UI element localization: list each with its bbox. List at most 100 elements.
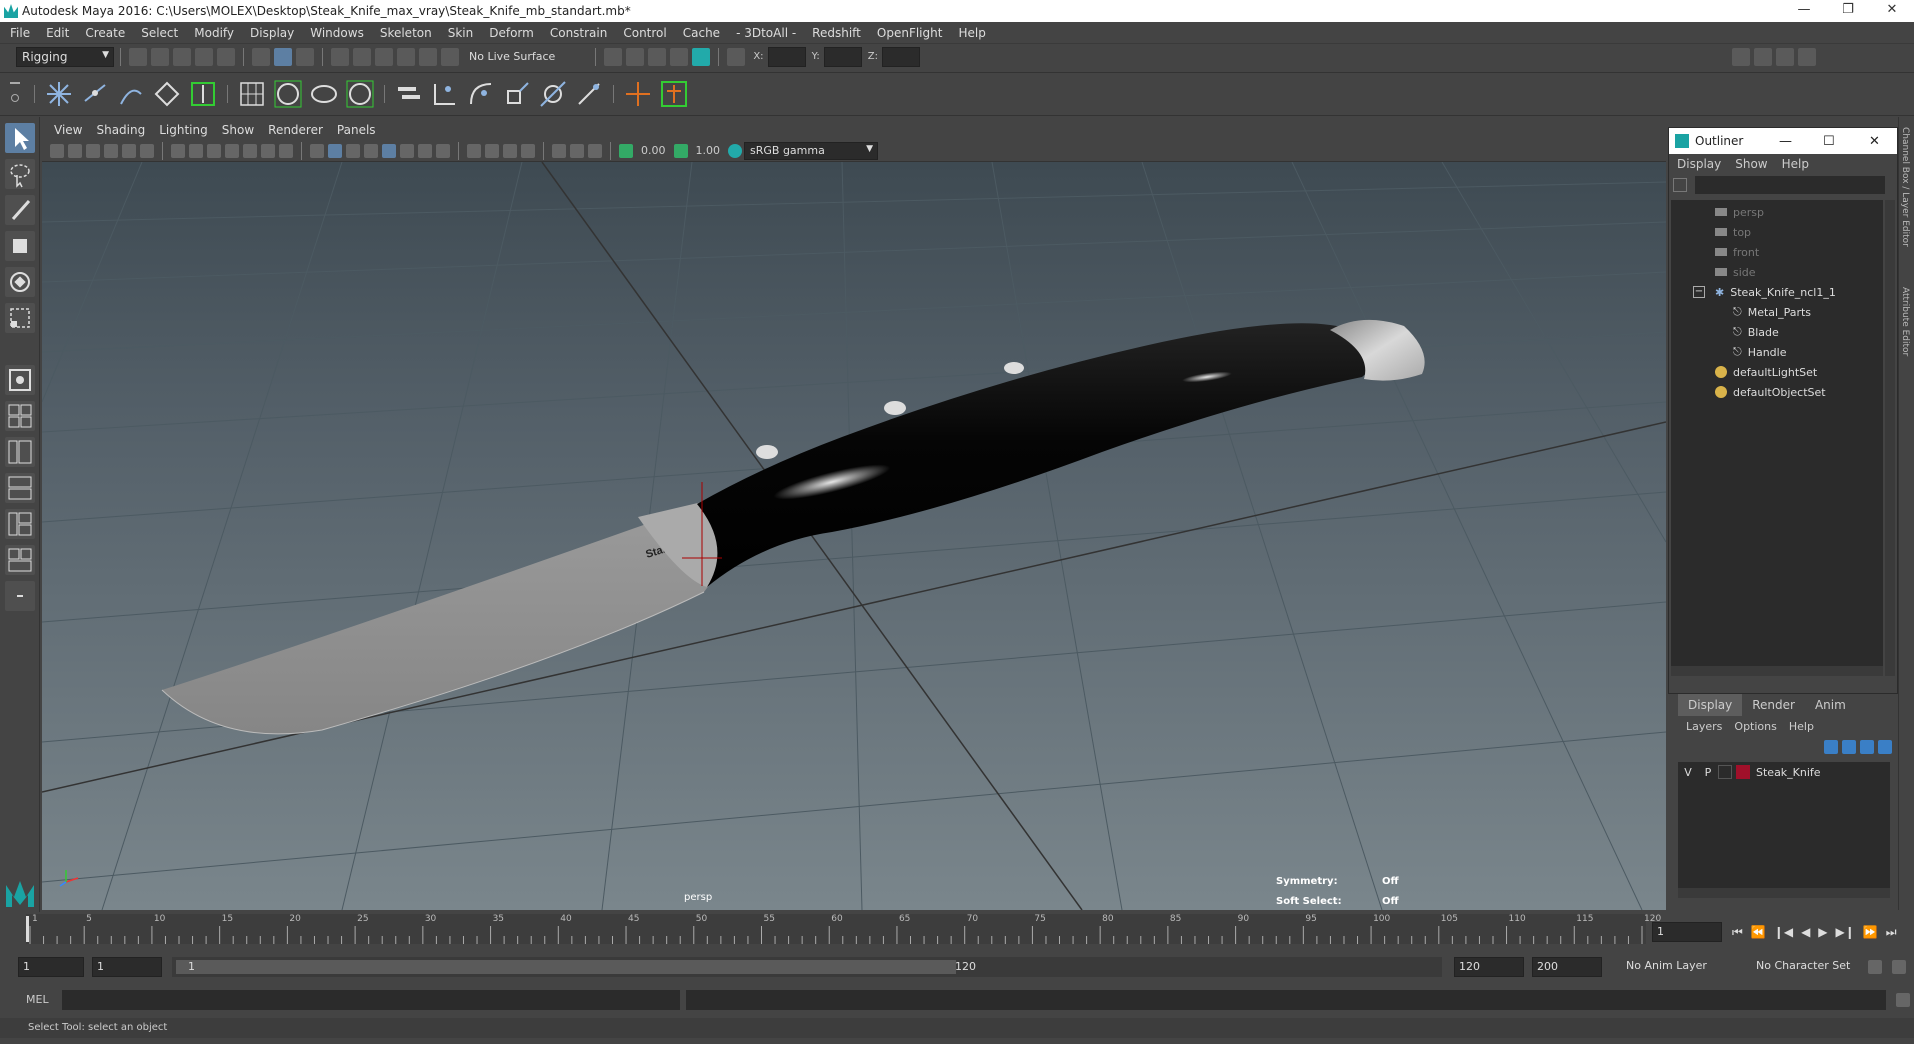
undo-icon[interactable] [195, 47, 213, 66]
snap-point-icon[interactable] [375, 47, 393, 66]
menu-skeleton[interactable]: Skeleton [380, 26, 432, 40]
mirror-joint-icon[interactable] [152, 79, 182, 109]
safe-title-icon[interactable] [279, 143, 293, 158]
outliner-menu-help[interactable]: Help [1782, 157, 1809, 171]
wireframe-icon[interactable] [310, 143, 324, 158]
close-icon[interactable]: ✕ [1869, 134, 1880, 149]
mode-dropdown[interactable]: Rigging ▼ [16, 46, 114, 67]
step-forward-frame-icon[interactable]: ▶❙ [1836, 925, 1855, 939]
render-settings-icon[interactable] [604, 47, 623, 66]
persp-graph-layout-icon[interactable] [5, 473, 35, 503]
orient-constraint-icon[interactable] [466, 79, 496, 109]
layer-display-type[interactable] [1718, 765, 1732, 779]
gamma-field[interactable]: 1.00 [696, 144, 721, 157]
four-view-layout-icon[interactable] [5, 401, 35, 431]
playback-end-field[interactable]: 120 [1454, 957, 1524, 977]
layer-playback-toggle[interactable]: P [1698, 766, 1718, 779]
range-start-field[interactable]: 1 [18, 957, 84, 977]
menu-cache[interactable]: Cache [683, 26, 720, 40]
tool-settings-icon[interactable] [1775, 47, 1794, 66]
use-all-lights-icon[interactable] [400, 143, 414, 158]
viewport-menu-lighting[interactable]: Lighting [159, 123, 208, 137]
select-object-icon[interactable] [274, 47, 292, 66]
animation-preferences-icon[interactable] [1892, 960, 1906, 974]
attribute-editor-icon[interactable] [1753, 47, 1772, 66]
screen-space-ao-icon[interactable] [436, 143, 450, 158]
minimize-icon[interactable]: — [1779, 134, 1792, 149]
two-d-pan-icon[interactable] [140, 143, 154, 158]
channel-box-icon[interactable] [1797, 47, 1816, 66]
layer-color-swatch[interactable] [1736, 765, 1750, 779]
camera-attributes-icon[interactable] [68, 143, 82, 158]
close-icon[interactable]: ✕ [1872, 0, 1912, 22]
ik-spline-icon[interactable] [116, 79, 146, 109]
single-view-layout-icon[interactable] [5, 365, 35, 395]
range-end-field[interactable]: 200 [1532, 957, 1602, 977]
tree-item-default-object-set[interactable]: defaultObjectSet [1671, 382, 1883, 402]
viewport-menu-shading[interactable]: Shading [96, 123, 145, 137]
collapse-icon[interactable]: − [1693, 286, 1705, 298]
open-scene-icon[interactable] [151, 47, 169, 66]
snap-surface-icon[interactable] [419, 47, 437, 66]
grid-toggle-icon[interactable] [171, 143, 185, 158]
hypershade-layout-icon[interactable] [5, 509, 35, 539]
menu-help[interactable]: Help [958, 26, 985, 40]
menu-edit[interactable]: Edit [46, 26, 69, 40]
move-tool-icon[interactable] [5, 231, 35, 261]
xray-icon[interactable] [552, 143, 566, 158]
viewport-menu-show[interactable]: Show [222, 123, 254, 137]
tree-item-handle[interactable]: ⎋ Handle [1671, 342, 1883, 362]
go-to-end-icon[interactable]: ⏭ [1886, 925, 1897, 940]
paint-select-icon[interactable] [5, 195, 35, 225]
tab-channel-box[interactable]: Channel Box / Layer Editor [1900, 127, 1910, 247]
layer-menu-help[interactable]: Help [1789, 720, 1814, 733]
exposure-icon[interactable] [619, 143, 633, 158]
viewport-menu-panels[interactable]: Panels [337, 123, 376, 137]
z-field[interactable] [881, 46, 920, 67]
tree-item-top[interactable]: top [1671, 222, 1883, 242]
new-empty-layer-icon[interactable] [1860, 740, 1874, 754]
select-tool-icon[interactable] [5, 123, 35, 153]
move-layer-up-icon[interactable] [1824, 740, 1838, 754]
grease-pencil-icon[interactable] [122, 143, 136, 158]
move-layer-down-icon[interactable] [1842, 740, 1856, 754]
tab-attribute-editor[interactable]: Attribute Editor [1900, 287, 1910, 356]
range-slider-track[interactable]: 1 120 [172, 957, 1442, 977]
render-frame-icon[interactable] [626, 47, 645, 66]
resolution-gate-icon[interactable] [207, 143, 221, 158]
tab-display[interactable]: Display [1678, 694, 1743, 716]
smooth-shade-icon[interactable] [328, 143, 342, 158]
outliner-menu-display[interactable]: Display [1677, 157, 1721, 171]
ipr-render-icon[interactable] [648, 47, 667, 66]
shadows-icon[interactable] [418, 143, 432, 158]
step-back-key-icon[interactable]: ⏪ [1751, 925, 1766, 939]
xray-joints-icon[interactable] [588, 143, 602, 158]
lasso-tool-icon[interactable] [5, 159, 35, 189]
persp-outliner-layout-icon[interactable] [5, 437, 35, 467]
snap-curve-icon[interactable] [353, 47, 371, 66]
ik-handle-icon[interactable] [80, 79, 110, 109]
maximize-icon[interactable]: ☐ [1823, 134, 1835, 149]
minimize-icon[interactable]: — [1784, 0, 1824, 22]
menu-3dtoall[interactable]: - 3DtoAll - [736, 26, 796, 40]
default-material-icon[interactable] [346, 143, 360, 158]
film-gate-icon[interactable] [189, 143, 203, 158]
gamma-icon[interactable] [673, 143, 688, 158]
outliner-search-input[interactable] [1695, 176, 1885, 194]
image-plane-icon[interactable] [104, 143, 118, 158]
wrap-deformer-icon[interactable] [309, 79, 339, 109]
select-camera-icon[interactable] [50, 143, 64, 158]
modeling-toolkit-icon[interactable] [1731, 47, 1750, 66]
command-input[interactable] [62, 990, 680, 1010]
layer-menu-options[interactable]: Options [1734, 720, 1776, 733]
auto-key-icon[interactable] [1868, 960, 1882, 974]
handle-mesh[interactable] [697, 323, 1370, 587]
color-management-icon[interactable] [728, 143, 742, 158]
tree-item-steak-knife-group[interactable]: − ✱ Steak_Knife_ncl1_1 [1671, 282, 1883, 302]
motion-blur-icon[interactable] [467, 143, 481, 158]
select-hierarchy-icon[interactable] [252, 47, 270, 66]
pole-vector-icon[interactable] [574, 79, 604, 109]
x-field[interactable] [767, 46, 806, 67]
horizontal-scrollbar[interactable] [1678, 888, 1890, 898]
current-time-indicator[interactable] [26, 916, 29, 942]
